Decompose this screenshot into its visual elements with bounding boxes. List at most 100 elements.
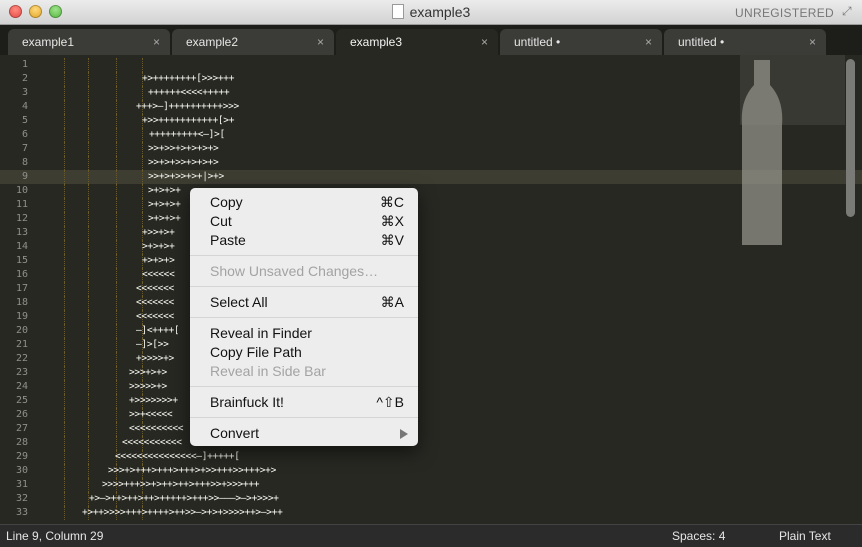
code-text[interactable]: +>++>>>>+++>++++>++>>–>+>+>>>>++>–>++ (82, 506, 283, 520)
code-line[interactable]: 4 +++>–]++++++++++>>> (0, 100, 862, 114)
code-line[interactable]: 5 +>>+++++++++++[>+ (0, 114, 862, 128)
code-text[interactable]: <<<<<<<<<< (129, 422, 184, 436)
code-line[interactable]: 18 <<<<<<< (0, 296, 862, 310)
code-text[interactable]: +>>>>>>>+ (129, 394, 178, 408)
code-line[interactable]: 32 +>–>++>++>++>+++++>+++>>–––>–>+>>>+ (0, 492, 862, 506)
tab-label: untitled • (514, 35, 561, 49)
code-text[interactable]: <<<<<<< (136, 296, 174, 310)
menu-item-cut[interactable]: Cut ⌘X (190, 212, 418, 231)
code-text[interactable]: >>+>+>>+>+>+> (148, 156, 219, 170)
code-line[interactable]: 13 +>>+>+ (0, 226, 862, 240)
code-text[interactable]: +>>+>+ (142, 226, 175, 240)
code-line[interactable]: 2 +>++++++++[>>>+++ (0, 72, 862, 86)
code-text[interactable]: >>>+>+> (129, 366, 167, 380)
code-text[interactable]: >+>+>+ (148, 212, 181, 226)
code-line[interactable]: 30 >>>+>+++>+++>+++>+>>+++>>+++>+> (0, 464, 862, 478)
code-text[interactable]: >>+>>+>+>+>+> (148, 142, 219, 156)
code-text[interactable]: >>+<<<<< (129, 408, 173, 422)
code-line[interactable]: 22 +>>>>+> (0, 352, 862, 366)
code-line[interactable]: 3 ++++++<<<<+++++ (0, 86, 862, 100)
code-text[interactable]: >+>+>+ (148, 184, 181, 198)
tab-close-icon[interactable]: × (809, 29, 816, 55)
indent-guide (116, 268, 117, 282)
code-line[interactable]: 29 <<<<<<<<<<<<<<<–]+++++[ (0, 450, 862, 464)
code-line[interactable]: 27 <<<<<<<<<< (0, 422, 862, 436)
code-line[interactable]: 14 >+>+>+ (0, 240, 862, 254)
code-text[interactable]: >>>>>+> (129, 380, 167, 394)
code-text[interactable]: +++>–]++++++++++>>> (136, 100, 239, 114)
code-text[interactable]: <<<<<<< (136, 310, 174, 324)
indent-guide (116, 366, 117, 380)
code-line[interactable]: 8 >>+>+>>+>+>+> (0, 156, 862, 170)
minimap[interactable] (740, 55, 845, 245)
code-text[interactable]: >>+>+>>+>+|>+> (148, 170, 224, 184)
vertical-scrollbar[interactable] (846, 59, 855, 217)
menu-item-shortcut: ⌘C (379, 194, 404, 210)
editor-area[interactable]: 1 2 +>++++++++[>>>+++ 3 ++++++<<<<+++++ 4 +++>… (0, 55, 862, 524)
code-text[interactable]: +++++++++<–]>[ (149, 128, 225, 142)
menu-item-copy[interactable]: Copy ⌘C (190, 193, 418, 212)
tab-close-icon[interactable]: × (645, 29, 652, 55)
code-line[interactable]: 11 >+>+>+ (0, 198, 862, 212)
tab-untitled-1[interactable]: untitled • × (500, 29, 662, 55)
code-text[interactable]: >>>+>+++>+++>+++>+>>+++>>+++>+> (108, 464, 276, 478)
code-line[interactable]: 26 >>+<<<<< (0, 408, 862, 422)
code-line[interactable]: 6 +++++++++<–]>[ (0, 128, 862, 142)
syntax-selector[interactable]: Plain Text (779, 529, 831, 543)
menu-item-reveal-in-finder[interactable]: Reveal in Finder (190, 324, 418, 343)
code-line[interactable]: 31 >>>>+++>>+>++>++>+++>>+>>>+++ (0, 478, 862, 492)
code-text[interactable]: +>>>>+> (136, 352, 174, 366)
code-line[interactable]: 12 >+>+>+ (0, 212, 862, 226)
code-line[interactable]: 25 +>>>>>>>+ (0, 394, 862, 408)
menu-separator (190, 386, 418, 387)
code-line[interactable]: 21 –]>[>> (0, 338, 862, 352)
code-line[interactable]: 33 +>++>>>>+++>++++>++>>–>+>+>>>>++>–>++ (0, 506, 862, 520)
code-text[interactable]: >+>+>+ (148, 198, 181, 212)
menu-item-convert[interactable]: Convert (190, 424, 418, 443)
code-line[interactable]: 17 <<<<<<< (0, 282, 862, 296)
code-text[interactable]: –]>[>> (136, 338, 169, 352)
indent-guide (116, 394, 117, 408)
indent-guide (64, 352, 65, 366)
code-text[interactable]: +>–>++>++>++>+++++>+++>>–––>–>+>>>+ (89, 492, 279, 506)
code-text[interactable]: <<<<<<< (136, 282, 174, 296)
tab-example2[interactable]: example2 × (172, 29, 334, 55)
menu-item-brainfuck-it[interactable]: Brainfuck It! ^⇧B (190, 393, 418, 412)
code-text[interactable]: <<<<<< (142, 268, 175, 282)
code-line[interactable]: 20 –]<++++[ (0, 324, 862, 338)
tab-example3[interactable]: example3 × (336, 29, 498, 55)
code-text[interactable]: >>>>+++>>+>++>++>+++>>+>>>+++ (102, 478, 259, 492)
code-text[interactable]: >+>+>+ (142, 240, 175, 254)
indent-guide (64, 394, 65, 408)
code-line[interactable]: 7 >>+>>+>+>+>+> (0, 142, 862, 156)
code-text[interactable]: <<<<<<<<<<<<<<<–]+++++[ (115, 450, 240, 464)
code-line[interactable]: 1 (0, 58, 862, 72)
code-line[interactable]: 19 <<<<<<< (0, 310, 862, 324)
code-line[interactable]: 24 >>>>>+> (0, 380, 862, 394)
menu-item-select-all[interactable]: Select All ⌘A (190, 293, 418, 312)
code-text[interactable]: +>++++++++[>>>+++ (142, 72, 234, 86)
menu-item-label: Brainfuck It! (210, 394, 284, 410)
tab-close-icon[interactable]: × (153, 29, 160, 55)
code-line[interactable]: 23 >>>+>+> (0, 366, 862, 380)
code-line[interactable]: 28 <<<<<<<<<<< (0, 436, 862, 450)
tab-close-icon[interactable]: × (317, 29, 324, 55)
code-text[interactable]: –]<++++[ (136, 324, 180, 338)
code-text[interactable]: <<<<<<<<<<< (122, 436, 182, 450)
code-line[interactable]: 10 >+>+>+ (0, 184, 862, 198)
tab-example1[interactable]: example1 × (8, 29, 170, 55)
code-text[interactable]: ++++++<<<<+++++ (148, 86, 230, 100)
code-line[interactable]: 9 >>+>+>>+>+|>+> (0, 170, 862, 184)
code-line[interactable]: 16 <<<<<< (0, 268, 862, 282)
code-line[interactable]: 15 +>+>+> (0, 254, 862, 268)
tab-close-icon[interactable]: × (481, 29, 488, 55)
fullscreen-icon[interactable]: ⤢ (842, 5, 854, 17)
code-text[interactable]: +>+>+> (142, 254, 175, 268)
indent-guide (88, 226, 89, 240)
menu-item-copy-file-path[interactable]: Copy File Path (190, 343, 418, 362)
code-text[interactable]: +>>+++++++++++[>+ (142, 114, 234, 128)
code-lines[interactable]: 1 2 +>++++++++[>>>+++ 3 ++++++<<<<+++++ 4 +++>… (0, 58, 862, 520)
menu-item-paste[interactable]: Paste ⌘V (190, 231, 418, 250)
indentation-setting[interactable]: Spaces: 4 (672, 529, 725, 543)
tab-untitled-2[interactable]: untitled • × (664, 29, 826, 55)
